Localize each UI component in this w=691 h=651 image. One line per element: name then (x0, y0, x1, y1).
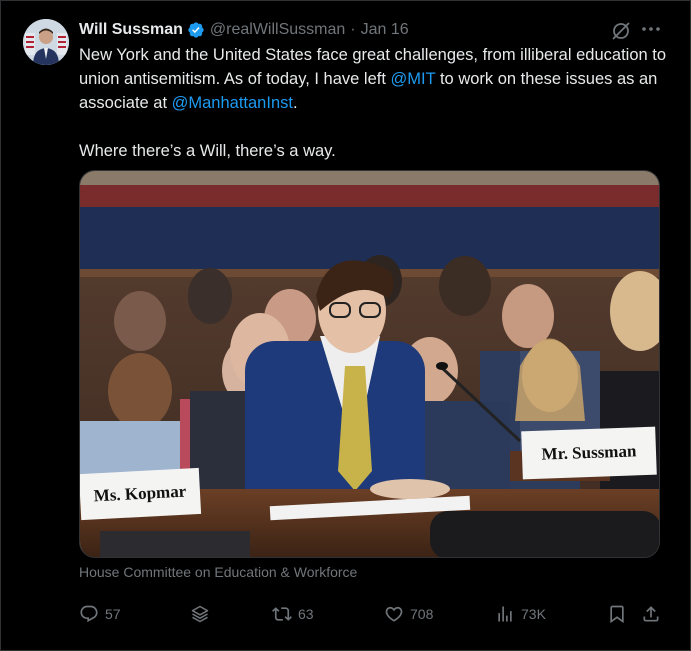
placard-mr-sussman-text: Mr. Sussman (541, 441, 637, 464)
views-count: 73K (521, 606, 546, 622)
separator-dot: · (350, 21, 356, 38)
views-icon (498, 606, 512, 622)
avatar-photo (23, 19, 69, 65)
share-button[interactable] (641, 601, 661, 627)
mention-manhattaninst-link[interactable]: @ManhattanInst (172, 94, 293, 112)
heart-icon (385, 606, 403, 622)
tweet-text-segment: . (292, 94, 298, 112)
tweet-date[interactable]: Jan 16 (361, 21, 409, 39)
grok-analyze-button[interactable] (190, 601, 210, 627)
placard-ms-kopmar-text: Ms. Kopmar (93, 481, 187, 506)
author-name[interactable]: Will Sussman (79, 21, 183, 39)
repost-button[interactable]: 63 (272, 601, 314, 627)
repost-count: 63 (298, 606, 314, 622)
author-handle[interactable]: @realWillSussman (210, 21, 345, 39)
bookmark-icon (610, 605, 624, 624)
tweet-paragraph-2: Where there’s a Will, there’s a way. (79, 142, 336, 160)
like-button[interactable]: 708 (384, 601, 433, 627)
mention-mit-link[interactable]: @MIT (391, 70, 436, 88)
avatar[interactable] (23, 19, 69, 65)
share-icon (643, 606, 659, 622)
tweet-text: New York and the United States face grea… (79, 43, 669, 163)
tweet-header: Will Sussman @realWillSussman · Jan 16 (79, 19, 409, 41)
reply-button[interactable]: 57 (79, 601, 121, 627)
views-button[interactable]: 73K (495, 601, 546, 627)
layers-icon (191, 605, 209, 623)
bookmark-button[interactable] (607, 601, 627, 627)
repost-icon (272, 607, 292, 621)
grok-icon[interactable] (610, 20, 632, 42)
reply-count: 57 (105, 606, 121, 622)
like-count: 708 (410, 606, 434, 622)
reply-icon (80, 605, 98, 623)
placard-mr-sussman: Mr. Sussman (521, 426, 657, 480)
placard-ms-kopmar: Ms. Kopmar (80, 467, 202, 521)
tweet-card[interactable]: Will Sussman @realWillSussman · Jan 16 N… (0, 0, 691, 651)
tweet-paragraph-1: New York and the United States face grea… (79, 43, 669, 115)
photo-caption: House Committee on Education & Workforce (79, 564, 358, 580)
more-options-icon[interactable] (640, 18, 662, 40)
verified-badge-icon[interactable] (187, 21, 205, 39)
tweet-photo[interactable]: Mr. Sussman Ms. Kopmar (79, 170, 660, 558)
tweet-actions: 57 63 708 73K (79, 601, 661, 627)
